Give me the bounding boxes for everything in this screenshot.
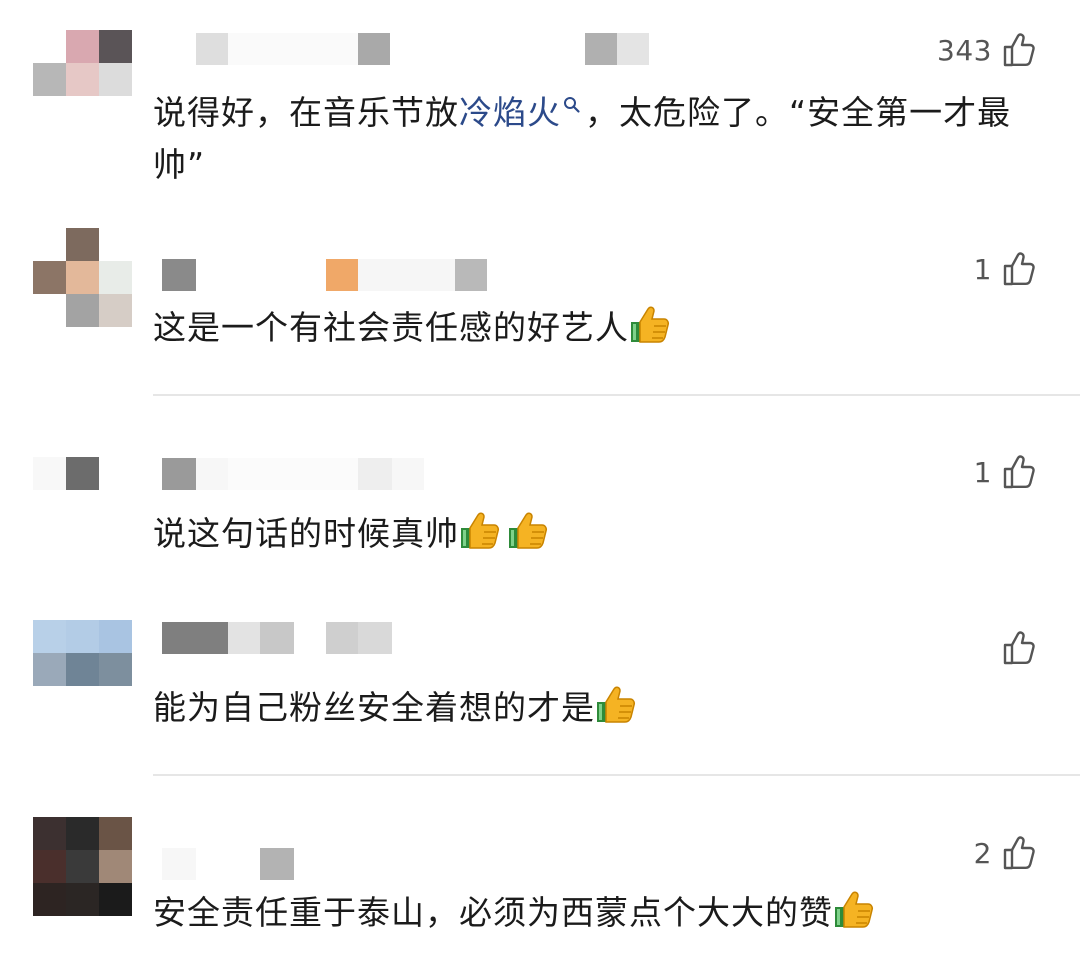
divider bbox=[153, 394, 1080, 396]
avatar[interactable] bbox=[33, 817, 132, 916]
comment-text: 安全责任重于泰山，必须为西蒙点个大大的赞 bbox=[153, 887, 1040, 939]
like-button[interactable]: 343 bbox=[937, 28, 1036, 72]
username-pixelated[interactable] bbox=[162, 259, 487, 291]
comment-text: 这是一个有社会责任感的好艺人 bbox=[153, 302, 1040, 354]
like-count: 2 bbox=[973, 836, 992, 870]
like-button[interactable] bbox=[992, 626, 1036, 670]
like-count: 1 bbox=[973, 252, 992, 286]
like-button[interactable]: 1 bbox=[974, 247, 1036, 291]
comment-text: 能为自己粉丝安全着想的才是 bbox=[153, 682, 1040, 734]
username-pixelated[interactable] bbox=[162, 458, 424, 490]
thumbs-up-outline-icon bbox=[1003, 836, 1035, 870]
thumbs-up-emoji bbox=[631, 306, 669, 343]
thumbs-up-emoji bbox=[461, 512, 499, 549]
like-count: 1 bbox=[973, 455, 992, 489]
divider bbox=[153, 774, 1080, 776]
like-button[interactable]: 1 bbox=[974, 450, 1036, 494]
like-count: 343 bbox=[937, 33, 992, 67]
avatar[interactable] bbox=[33, 228, 132, 327]
username-pixelated[interactable] bbox=[162, 33, 649, 65]
avatar[interactable] bbox=[33, 620, 132, 719]
avatar[interactable] bbox=[33, 30, 132, 129]
thumbs-up-outline-icon bbox=[1003, 33, 1035, 67]
thumbs-up-outline-icon bbox=[1003, 252, 1035, 286]
thumbs-up-emoji bbox=[835, 891, 873, 928]
username-pixelated[interactable] bbox=[162, 622, 392, 654]
avatar[interactable] bbox=[33, 424, 132, 523]
username-pixelated[interactable] bbox=[162, 848, 294, 880]
comment-text: 说这句话的时候真帅 bbox=[153, 508, 1040, 560]
topic-link[interactable]: 冷焰火 bbox=[459, 93, 585, 132]
like-button[interactable]: 2 bbox=[974, 831, 1036, 875]
thumbs-up-emoji bbox=[597, 686, 635, 723]
thumbs-up-outline-icon bbox=[1003, 631, 1035, 665]
thumbs-up-emoji bbox=[509, 512, 547, 549]
comment-text: 说得好，在音乐节放冷焰火 ，太危险了。“安全第一才最帅” bbox=[153, 93, 1012, 184]
thumbs-up-outline-icon bbox=[1003, 455, 1035, 489]
search-icon bbox=[564, 97, 580, 113]
